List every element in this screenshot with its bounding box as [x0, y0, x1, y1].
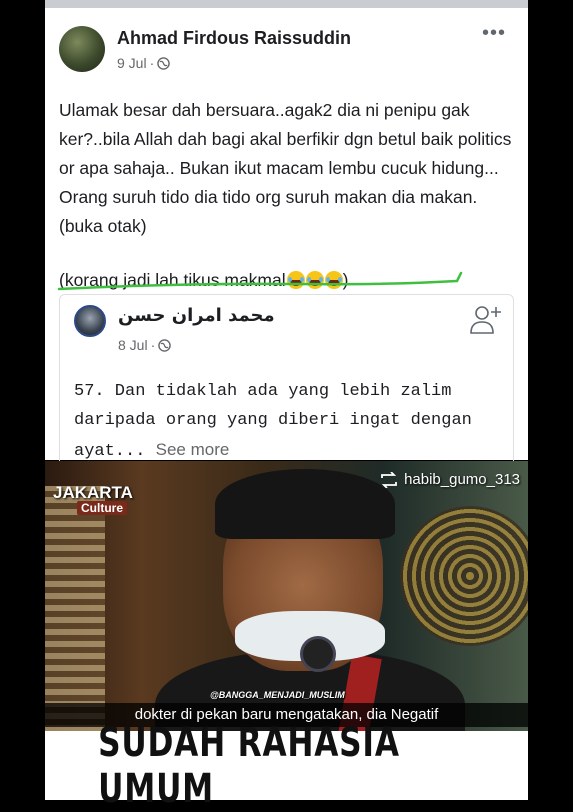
meta-separator: ·	[149, 55, 155, 71]
facebook-post-card: Ahmad Firdous Raissuddin 9 Jul · ••• Ula…	[45, 0, 528, 468]
author-avatar[interactable]	[59, 26, 105, 72]
shared-author-avatar[interactable]	[74, 305, 106, 337]
channel-logo: JAKARTA	[53, 483, 133, 502]
speaker-cap	[215, 469, 395, 539]
repost-icon	[381, 471, 397, 488]
post-date[interactable]: 9 Jul	[117, 55, 147, 71]
more-options-icon[interactable]: •••	[482, 23, 506, 43]
post-paragraph: Ulamak besar dah bersuara..agak2 dia ni …	[59, 100, 512, 236]
shared-post-date[interactable]: 8 Jul	[118, 337, 148, 353]
video-handle: habib_gumo_313	[380, 471, 520, 488]
shared-post-meta: 8 Jul ·	[118, 337, 172, 353]
shared-meta-separator: ·	[150, 337, 156, 353]
globe-icon	[158, 338, 172, 352]
green-underline-annotation	[57, 271, 463, 291]
video-watermark: @BANGGA_MENJADI_MUSLIM	[210, 690, 345, 700]
add-friend-icon[interactable]	[469, 303, 503, 337]
ornamental-frame	[45, 486, 105, 731]
banner-text: SUDAH RAHASIA UMUM	[98, 719, 400, 812]
author-name[interactable]: Ahmad Firdous Raissuddin	[117, 28, 351, 49]
video-thumbnail[interactable]: JAKARTA Culture habib_gumo_313 @BANGGA_M…	[45, 461, 528, 731]
handle-text: habib_gumo_313	[404, 471, 520, 488]
globe-icon	[157, 56, 171, 70]
shared-post[interactable]: محمد امران حسن 8 Jul · 57. Dan tidaklah …	[59, 294, 514, 468]
caption-banner: SUDAH RAHASIA UMUM	[45, 720, 528, 812]
shared-post-body: 57. Dan tidaklah ada yang lebih zalim da…	[74, 382, 472, 461]
post-body: Ulamak besar dah bersuara..agak2 dia ni …	[59, 96, 519, 295]
microphone	[300, 636, 336, 672]
channel-logo-sub: Culture	[77, 501, 127, 515]
see-more-link[interactable]: See more	[156, 440, 230, 459]
calligraphy-ornament	[400, 506, 528, 646]
shared-post-text: 57. Dan tidaklah ada yang lebih zalim da…	[74, 377, 504, 466]
shared-author-name[interactable]: محمد امران حسن	[118, 305, 275, 326]
post-meta: 9 Jul ·	[117, 55, 171, 71]
